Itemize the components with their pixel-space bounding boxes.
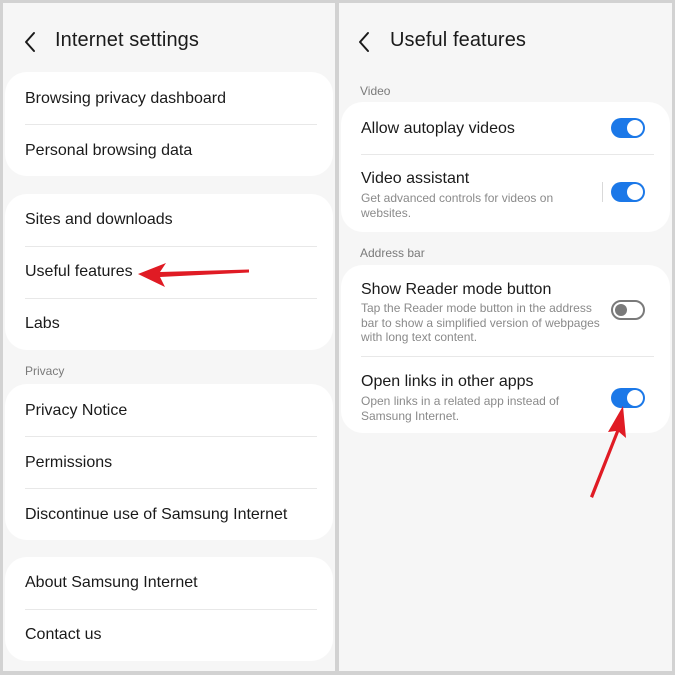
- setting-allow-autoplay-videos[interactable]: Allow autoplay videos: [341, 102, 670, 154]
- section-header-privacy: Privacy: [25, 364, 65, 378]
- menu-item-label: Personal browsing data: [25, 142, 193, 159]
- setting-description: Get advanced controls for videos on webs…: [361, 191, 554, 220]
- menu-item-labs[interactable]: Labs: [5, 298, 333, 350]
- menu-item-about-samsung-internet[interactable]: About Samsung Internet: [5, 557, 333, 609]
- settings-card-about: About Samsung Internet Contact us: [5, 557, 333, 661]
- menu-item-permissions[interactable]: Permissions: [5, 436, 333, 488]
- toggle-knob: [615, 304, 627, 316]
- menu-item-contact-us[interactable]: Contact us: [5, 609, 333, 661]
- setting-show-reader-mode-button[interactable]: Show Reader mode button Tap the Reader m…: [341, 265, 670, 356]
- back-arrow-icon[interactable]: [21, 30, 41, 54]
- reader-mode-toggle[interactable]: [611, 300, 645, 320]
- autoplay-toggle[interactable]: [611, 118, 645, 138]
- header: Useful features: [339, 3, 672, 77]
- back-arrow-icon[interactable]: [355, 30, 375, 54]
- setting-description: Tap the Reader mode button in the addres…: [361, 301, 600, 344]
- annotation-arrow-icon: [590, 406, 626, 498]
- page-title: Internet settings: [55, 29, 200, 51]
- video-assistant-toggle[interactable]: [611, 182, 645, 202]
- menu-item-browsing-privacy-dashboard[interactable]: Browsing privacy dashboard: [5, 72, 333, 124]
- section-header-video: Video: [360, 84, 391, 98]
- setting-label: Open links in other apps: [361, 373, 534, 390]
- annotation-arrow-icon: [138, 263, 249, 287]
- menu-item-label: Privacy Notice: [25, 402, 128, 419]
- vertical-separator: [602, 182, 603, 202]
- menu-item-personal-browsing-data[interactable]: Personal browsing data: [5, 124, 333, 176]
- menu-item-label: Useful features: [25, 263, 133, 280]
- header: Internet settings: [3, 3, 335, 77]
- settings-card-privacy-data: Browsing privacy dashboard Personal brow…: [5, 72, 333, 176]
- menu-item-label: Contact us: [25, 626, 102, 643]
- setting-video-assistant[interactable]: Video assistant Get advanced controls fo…: [341, 154, 670, 232]
- menu-item-label: Sites and downloads: [25, 211, 173, 228]
- useful-features-panel: Useful features Video Allow autoplay vid…: [339, 3, 672, 671]
- menu-item-sites-and-downloads[interactable]: Sites and downloads: [5, 194, 333, 246]
- settings-card-privacy: Privacy Notice Permissions Discontinue u…: [5, 384, 333, 540]
- section-header-address-bar: Address bar: [360, 246, 425, 260]
- page-title: Useful features: [390, 29, 527, 51]
- toggle-knob: [627, 184, 643, 200]
- menu-item-label: Browsing privacy dashboard: [25, 90, 226, 107]
- menu-item-label: Permissions: [25, 454, 113, 471]
- toggle-knob: [627, 120, 643, 136]
- setting-label: Allow autoplay videos: [361, 120, 515, 137]
- internet-settings-panel: Internet settings Browsing privacy dashb…: [3, 3, 335, 671]
- menu-item-label: About Samsung Internet: [25, 574, 198, 591]
- menu-item-label: Discontinue use of Samsung Internet: [25, 506, 288, 523]
- setting-description: Open links in a related app instead of S…: [361, 394, 560, 423]
- settings-card-video: Allow autoplay videos Video assistant Ge…: [341, 102, 670, 232]
- setting-label: Show Reader mode button: [361, 281, 552, 298]
- menu-item-label: Labs: [25, 315, 60, 332]
- setting-label: Video assistant: [361, 170, 470, 187]
- menu-item-privacy-notice[interactable]: Privacy Notice: [5, 384, 333, 436]
- menu-item-discontinue-use[interactable]: Discontinue use of Samsung Internet: [5, 488, 333, 540]
